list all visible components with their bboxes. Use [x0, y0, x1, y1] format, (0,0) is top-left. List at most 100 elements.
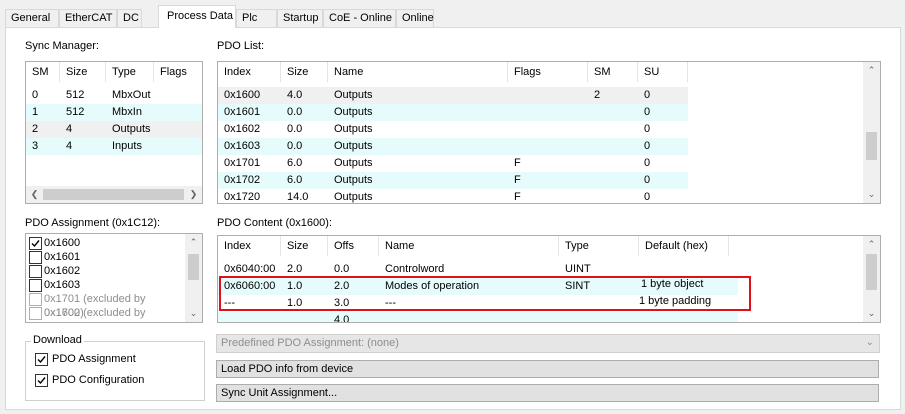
type-cell: MbxOut: [112, 89, 151, 101]
column-header[interactable]: SU: [638, 62, 688, 82]
index-cell: 0x1600: [224, 89, 261, 101]
sm-cell: 3: [32, 140, 39, 152]
checkbox[interactable]: [29, 251, 42, 264]
type-cell: Outputs: [112, 123, 151, 135]
checkbox-checked[interactable]: [35, 374, 48, 387]
sync-manager-table[interactable]: SM Size Type Flags 0 512 MbxOut 1 512 Mb…: [25, 61, 203, 204]
vertical-scrollbar[interactable]: ⌃ ⌄: [185, 234, 202, 322]
size-cell: 0.0: [287, 123, 303, 135]
column-header[interactable]: Name: [328, 62, 508, 82]
sm-cell: 1: [32, 106, 39, 118]
checkbox-checked[interactable]: [35, 353, 48, 366]
table-row[interactable]: 0x1603 0.0 Outputs 0: [218, 138, 688, 155]
column-header[interactable]: Flags: [508, 62, 588, 82]
size-cell: 512: [66, 89, 85, 101]
column-header[interactable]: Size: [281, 236, 328, 256]
pdo-assignment-option[interactable]: PDO Assignment: [35, 353, 155, 367]
download-group: [25, 341, 205, 401]
tab-startup[interactable]: Startup: [277, 9, 323, 27]
column-header[interactable]: Size: [281, 62, 328, 82]
scroll-up-icon[interactable]: ⌃: [863, 236, 880, 253]
annotation-label-object: 1 byte object: [641, 278, 704, 290]
name-cell: Outputs: [334, 191, 373, 203]
horizontal-scrollbar[interactable]: ❮ ❯: [26, 186, 202, 203]
vertical-scrollbar[interactable]: ⌃ ⌄: [863, 236, 880, 322]
sm-cell: 2: [32, 123, 39, 135]
list-item[interactable]: 0x1701 (excluded by 0x1600): [28, 292, 183, 319]
list-item[interactable]: 0x1702 (excluded by 0x1600): [28, 306, 183, 322]
table-row[interactable]: 0x1702 6.0 Outputs F 0: [218, 172, 688, 189]
tab-ethercat[interactable]: EtherCAT: [59, 9, 117, 27]
index-cell: 0x1720: [224, 191, 261, 203]
tab-plc[interactable]: Plc: [236, 9, 277, 27]
select-value: Predefined PDO Assignment: (none): [221, 337, 399, 349]
tab-general[interactable]: General: [5, 9, 59, 27]
pdo-assignment-list[interactable]: 0x1600 0x1601 0x1602 0x1603 0x1701 (excl…: [25, 233, 203, 323]
list-item[interactable]: 0x1603: [28, 278, 183, 292]
sync-unit-assignment-button[interactable]: Sync Unit Assignment...: [216, 384, 879, 402]
table-row[interactable]: 0x1601 0.0 Outputs 0: [218, 104, 688, 121]
list-item[interactable]: 0x1600: [28, 236, 183, 250]
tab-online[interactable]: Online: [396, 9, 434, 27]
table-row[interactable]: 0x1720 14.0 Outputs F 0: [218, 189, 688, 203]
table-row[interactable]: 1 512 MbxIn: [26, 104, 202, 121]
list-item-label: 0x1603: [44, 279, 81, 291]
scroll-thumb[interactable]: [188, 254, 199, 280]
load-pdo-info-button[interactable]: Load PDO info from device: [216, 360, 879, 378]
scroll-left-icon[interactable]: ❮: [26, 186, 43, 203]
scroll-down-icon[interactable]: ⌄: [863, 186, 880, 203]
tab-dc[interactable]: DC: [117, 9, 142, 27]
name-cell: Outputs: [334, 174, 373, 186]
checkbox[interactable]: [29, 279, 42, 292]
column-header[interactable]: Size: [60, 62, 106, 82]
scroll-thumb[interactable]: [866, 132, 877, 160]
list-item-label: 0x1602: [44, 265, 81, 277]
pdo-list-table[interactable]: Index Size Name Flags SM SU 0x1600 4.0 O…: [217, 61, 881, 204]
column-header[interactable]: Index: [218, 62, 281, 82]
list-item[interactable]: 0x1602: [28, 264, 183, 278]
scroll-down-icon[interactable]: ⌄: [185, 305, 202, 322]
index-cell: 0x1602: [224, 123, 261, 135]
size-cell: 4: [66, 123, 73, 135]
tab-coe-online[interactable]: CoE - Online: [323, 9, 396, 27]
column-header[interactable]: SM: [26, 62, 60, 82]
table-row[interactable]: 4.0: [218, 312, 738, 322]
checkbox-disabled: [29, 307, 42, 320]
scroll-thumb[interactable]: [43, 189, 184, 200]
scroll-right-icon[interactable]: ❯: [185, 186, 202, 203]
annotation-label-padding: 1 byte padding: [639, 295, 712, 307]
table-row-selected[interactable]: 2 4 Outputs: [26, 121, 202, 138]
chevron-down-icon: ⌄: [865, 337, 874, 348]
column-header[interactable]: Index: [218, 236, 281, 256]
table-row[interactable]: 0x1701 6.0 Outputs F 0: [218, 155, 688, 172]
tab-process-data[interactable]: Process Data: [158, 5, 236, 28]
column-header[interactable]: Name: [379, 236, 559, 256]
column-header[interactable]: Default (hex): [639, 236, 729, 256]
column-header[interactable]: Type: [106, 62, 154, 82]
column-header[interactable]: Type: [559, 236, 639, 256]
list-item[interactable]: 0x1601: [28, 250, 183, 264]
table-row[interactable]: 0 512 MbxOut: [26, 87, 202, 104]
table-row[interactable]: 3 4 Inputs: [26, 138, 202, 155]
pdo-configuration-option[interactable]: PDO Configuration: [35, 374, 155, 388]
size-cell: 512: [66, 106, 85, 118]
checkbox[interactable]: [29, 265, 42, 278]
size-cell: 6.0: [287, 174, 303, 186]
scroll-down-icon[interactable]: ⌄: [863, 305, 880, 322]
size-cell: 4: [66, 140, 73, 152]
table-row[interactable]: 0x1602 0.0 Outputs 0: [218, 121, 688, 138]
scroll-up-icon[interactable]: ⌃: [185, 234, 202, 251]
column-header[interactable]: Flags: [154, 62, 202, 82]
pdo-list-label: PDO List:: [217, 40, 265, 52]
scroll-up-icon[interactable]: ⌃: [863, 62, 880, 79]
table-row-selected[interactable]: 0x1600 4.0 Outputs 2 0: [218, 87, 688, 104]
name-cell: Outputs: [334, 89, 373, 101]
su-cell: 0: [644, 140, 651, 152]
predefined-pdo-assignment-select[interactable]: Predefined PDO Assignment: (none) ⌄: [216, 334, 880, 353]
index-cell: 0x1603: [224, 140, 261, 152]
column-header[interactable]: SM: [588, 62, 638, 82]
scroll-thumb[interactable]: [866, 254, 877, 290]
column-header[interactable]: Offs: [328, 236, 379, 256]
vertical-scrollbar[interactable]: ⌃ ⌄: [863, 62, 880, 203]
checkbox-checked[interactable]: [29, 237, 42, 250]
